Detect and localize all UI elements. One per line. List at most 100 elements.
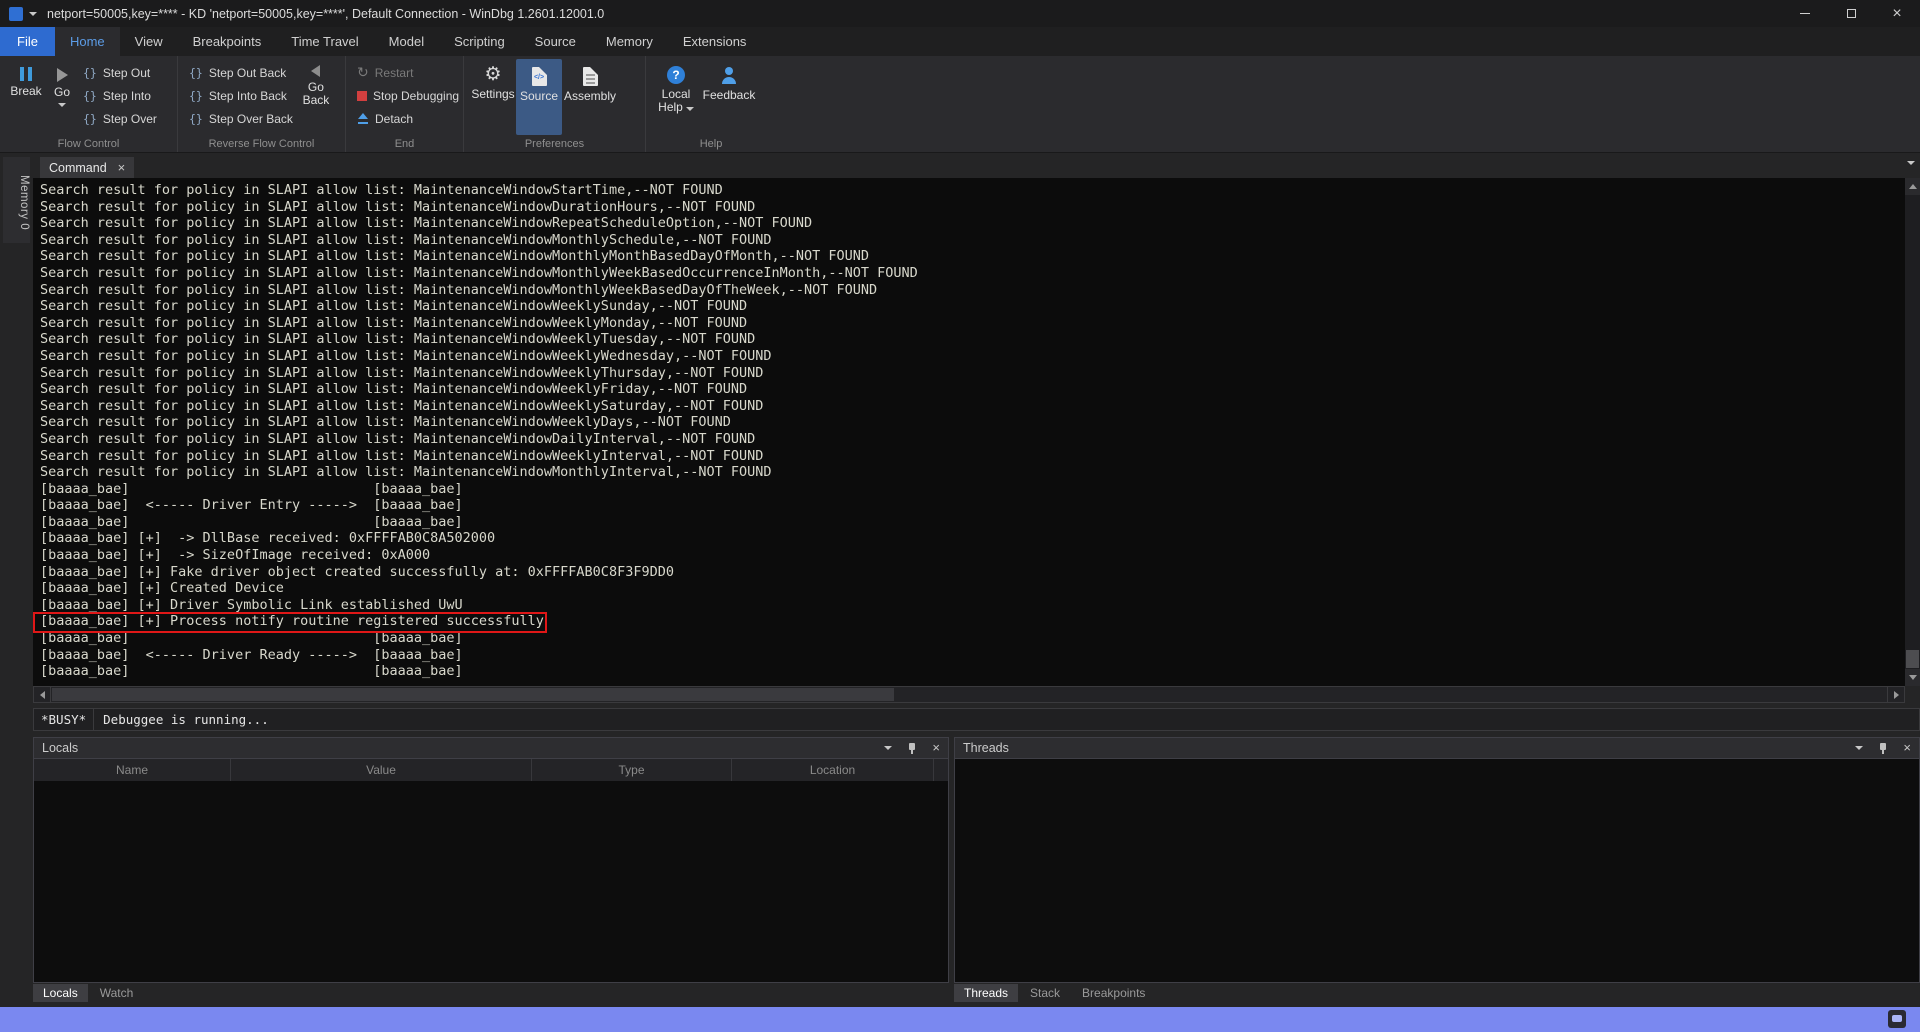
go-dropdown-chevron-icon[interactable]	[58, 103, 66, 107]
horizontal-scrollbar-thumb[interactable]	[52, 688, 894, 701]
scroll-down-button[interactable]	[1905, 669, 1920, 686]
menu-tab[interactable]: Model	[374, 27, 439, 56]
step-out-button[interactable]: Step Out	[78, 63, 162, 82]
step-into-back-button[interactable]: Step Into Back	[184, 86, 298, 105]
restart-icon	[357, 65, 369, 80]
go-button[interactable]: Go	[46, 59, 78, 135]
threads-pin-icon[interactable]	[1877, 742, 1889, 755]
step-over-button[interactable]: Step Over	[78, 109, 162, 128]
command-output-lines: Search result for policy in SLAPI allow …	[33, 178, 1905, 680]
locals-panel: Locals NameValueTypeLocation	[33, 737, 949, 983]
threads-panel-body[interactable]	[954, 759, 1920, 983]
restart-button[interactable]: Restart	[352, 63, 464, 82]
command-window-menu-chevron-icon[interactable]	[1907, 161, 1915, 165]
maximize-button[interactable]	[1828, 0, 1874, 27]
stop-debugging-button[interactable]: Stop Debugging	[352, 86, 464, 105]
column-header[interactable]: Value	[231, 759, 532, 781]
taskbar[interactable]	[0, 1007, 1920, 1032]
locals-close-icon[interactable]	[932, 741, 940, 755]
assembly-label: Assembly	[564, 90, 616, 103]
break-button[interactable]: Break	[6, 59, 46, 135]
feedback-person-icon	[720, 66, 738, 85]
menu-tab[interactable]: Source	[520, 27, 591, 56]
menu-tab[interactable]: Time Travel	[276, 27, 373, 56]
column-header[interactable]: Type	[532, 759, 732, 781]
feedback-label: Feedback	[703, 89, 756, 102]
menu-tab[interactable]: Extensions	[668, 27, 762, 56]
help-question-icon	[667, 66, 685, 84]
command-tab[interactable]: Command	[40, 157, 134, 178]
locals-panel-titlebar[interactable]: Locals	[33, 737, 949, 759]
locals-menu-chevron-icon[interactable]	[884, 746, 892, 750]
window-title: netport=50005,key=**** - KD 'netport=500…	[47, 7, 604, 21]
command-line: [baaaa_bae] [baaaa_bae]	[40, 514, 1905, 531]
command-tab-bar: Command	[33, 154, 1920, 178]
detach-eject-icon	[357, 113, 369, 124]
memory-0-docked-tab[interactable]: Memory 0	[3, 157, 30, 243]
command-line: [baaaa_bae] [+] Fake driver object creat…	[40, 564, 1905, 581]
command-horizontal-scrollbar[interactable]	[33, 686, 1905, 703]
step-out-back-button[interactable]: Step Out Back	[184, 63, 298, 82]
panel-tab[interactable]: Breakpoints	[1072, 984, 1155, 1002]
menu-tab[interactable]: File	[0, 27, 55, 56]
close-button[interactable]	[1874, 0, 1920, 27]
locals-column-headers: NameValueTypeLocation	[33, 759, 949, 781]
status-message: Debuggee is running...	[94, 709, 278, 730]
menu-tab[interactable]: Memory	[591, 27, 668, 56]
go-label: Go	[54, 86, 70, 99]
settings-button[interactable]: Settings	[470, 59, 516, 135]
locals-panel-tabs: LocalsWatch	[33, 984, 143, 1002]
windbg-app-icon	[9, 7, 23, 21]
quick-access-caret-icon[interactable]	[29, 12, 37, 16]
go-back-button[interactable]: Go Back	[298, 59, 334, 135]
step-into-button[interactable]: Step Into	[78, 86, 162, 105]
command-line: [baaaa_bae] <----- Driver Entry -----> […	[40, 497, 1905, 514]
threads-menu-chevron-icon[interactable]	[1855, 746, 1863, 750]
step-into-label: Step Into	[103, 89, 151, 103]
panel-tab[interactable]: Threads	[954, 984, 1018, 1002]
command-output-area[interactable]: Search result for policy in SLAPI allow …	[33, 178, 1905, 686]
minimize-button[interactable]	[1782, 0, 1828, 27]
detach-button[interactable]: Detach	[352, 109, 464, 128]
feedback-button[interactable]: Feedback	[700, 59, 758, 135]
source-button[interactable]: Source	[516, 59, 562, 135]
menu-tab[interactable]: View	[120, 27, 178, 56]
scroll-up-button[interactable]	[1905, 178, 1920, 195]
busy-status-badge: *BUSY*	[34, 709, 94, 730]
assembly-button[interactable]: Assembly	[562, 59, 618, 135]
command-line: Search result for policy in SLAPI allow …	[40, 448, 1905, 465]
command-line: Search result for policy in SLAPI allow …	[40, 381, 1905, 398]
menu-tab[interactable]: Scripting	[439, 27, 520, 56]
panel-tab[interactable]: Locals	[33, 984, 88, 1002]
group-label-help: Help	[646, 138, 776, 150]
titlebar: netport=50005,key=**** - KD 'netport=500…	[0, 0, 1920, 27]
scroll-up-arrow-icon	[1909, 184, 1917, 189]
command-tab-label: Command	[49, 161, 107, 175]
command-line: Search result for policy in SLAPI allow …	[40, 431, 1905, 448]
local-help-button[interactable]: Local Help	[652, 59, 700, 135]
step-out-back-icon	[189, 66, 203, 80]
command-tab-close-icon[interactable]	[118, 161, 126, 175]
column-header[interactable]: Name	[34, 759, 231, 781]
chat-icon[interactable]	[1888, 1010, 1906, 1028]
vertical-scrollbar-thumb[interactable]	[1906, 650, 1919, 668]
command-vertical-scrollbar[interactable]	[1905, 178, 1920, 686]
panel-tab[interactable]: Watch	[90, 984, 144, 1002]
highlight-box	[33, 612, 547, 633]
command-line: Search result for policy in SLAPI allow …	[40, 199, 1905, 216]
panel-tab[interactable]: Stack	[1020, 984, 1070, 1002]
menu-tab[interactable]: Home	[55, 27, 120, 56]
column-header[interactable]: Location	[732, 759, 934, 781]
locals-panel-body[interactable]	[33, 781, 949, 983]
command-line: [baaaa_bae] [+] -> SizeOfImage received:…	[40, 547, 1905, 564]
scroll-right-button[interactable]	[1887, 687, 1904, 702]
menu-tab[interactable]: Breakpoints	[178, 27, 277, 56]
scroll-left-button[interactable]	[34, 687, 51, 702]
threads-panel-tabs: ThreadsStackBreakpoints	[954, 984, 1155, 1002]
command-line: Search result for policy in SLAPI allow …	[40, 398, 1905, 415]
scroll-down-arrow-icon	[1909, 675, 1917, 680]
step-over-back-button[interactable]: Step Over Back	[184, 109, 298, 128]
locals-pin-icon[interactable]	[906, 742, 918, 755]
threads-panel-titlebar[interactable]: Threads	[954, 737, 1920, 759]
threads-close-icon[interactable]	[1903, 741, 1911, 755]
